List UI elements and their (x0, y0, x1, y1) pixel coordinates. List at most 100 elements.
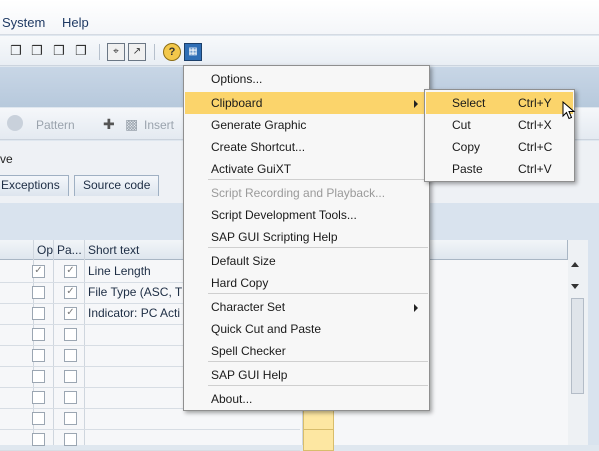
menu-item-activate-guixt[interactable]: Activate GuiXT (185, 158, 428, 180)
menu-item-sap-gui-scripting-help[interactable]: SAP GUI Scripting Help (185, 226, 428, 248)
menu-item-generate-graphic[interactable]: Generate Graphic (185, 114, 428, 136)
pattern-icon (7, 115, 23, 131)
menu-item-label: Create Shortcut... (211, 140, 306, 154)
submenu-arrow-icon (414, 100, 418, 108)
op-checkbox[interactable] (32, 349, 45, 362)
menu-item-label: About... (211, 392, 253, 406)
submenu-item-accelerator: Ctrl+X (518, 118, 552, 132)
pa-checkbox[interactable] (64, 349, 77, 362)
menu-item-hard-copy[interactable]: Hard Copy (185, 272, 428, 294)
menu-separator (208, 385, 428, 386)
menu-item-about[interactable]: About... (185, 388, 428, 410)
short-text-cell[interactable]: File Type (ASC, T (88, 285, 182, 299)
menu-item-default-size[interactable]: Default Size (185, 250, 428, 272)
yellow-cell[interactable] (303, 429, 334, 451)
column-header-pa[interactable]: Pa... (54, 240, 85, 260)
menu-bar: System Help (0, 0, 599, 35)
menu-item-label: Options... (211, 72, 263, 86)
yellow-cell[interactable] (303, 408, 334, 430)
menu-item-quick-cut-and-paste[interactable]: Quick Cut and Paste (185, 318, 428, 340)
scroll-thumb[interactable] (571, 298, 584, 394)
submenu-item-label: Select (452, 96, 486, 110)
submenu-item-copy[interactable]: Copy Ctrl+C (426, 136, 573, 158)
submenu-item-cut[interactable]: Cut Ctrl+X (426, 114, 573, 136)
column-header-op[interactable]: Op... (34, 240, 63, 260)
menu-item-sap-gui-help[interactable]: SAP GUI Help (185, 364, 428, 386)
help-icon[interactable]: ? (163, 43, 181, 61)
menu-item-character-set[interactable]: Character Set (185, 296, 428, 318)
insert-button[interactable]: Insert (144, 118, 174, 132)
pa-checkbox[interactable] (64, 370, 77, 383)
submenu-item-accelerator: Ctrl+Y (518, 96, 552, 110)
pa-checkbox[interactable]: ✓ (64, 307, 77, 320)
submenu-item-select[interactable]: Select Ctrl+Y (426, 92, 573, 114)
pa-checkbox[interactable] (64, 328, 77, 341)
toolbar-separator (99, 44, 100, 60)
grid-row-selector-header[interactable] (0, 240, 34, 260)
short-text-cell[interactable]: Indicator: PC Acti (88, 306, 180, 320)
new-session-icon[interactable]: ❒ (8, 43, 24, 59)
menu-item-spell-checker[interactable]: Spell Checker (185, 340, 428, 362)
op-checkbox[interactable] (32, 412, 45, 425)
op-checkbox[interactable] (32, 286, 45, 299)
tab-exceptions[interactable]: Exceptions (0, 175, 69, 196)
menu-item-options[interactable]: Options... (185, 68, 428, 90)
vertical-scrollbar[interactable] (568, 240, 588, 445)
menu-item-label: SAP GUI Help (211, 368, 288, 382)
menu-item-clipboard[interactable]: Clipboard (185, 92, 428, 114)
menu-item-label: SAP GUI Scripting Help (211, 230, 338, 244)
op-checkbox[interactable] (32, 370, 45, 383)
create-session-icon[interactable]: ❒ (29, 43, 45, 59)
op-checkbox[interactable] (32, 328, 45, 341)
table-row[interactable] (0, 429, 300, 451)
submenu-item-label: Copy (452, 140, 481, 154)
context-menu: Options... Clipboard Generate Graphic Creat… (183, 65, 430, 411)
tab-source-code[interactable]: Source code (74, 175, 160, 196)
pa-checkbox[interactable] (64, 412, 77, 425)
op-checkbox[interactable] (32, 391, 45, 404)
mouse-cursor-icon (562, 101, 576, 120)
submenu-item-paste[interactable]: Paste Ctrl+V (426, 158, 573, 180)
menu-separator (208, 179, 428, 180)
pa-checkbox[interactable] (64, 433, 77, 446)
scroll-down-icon[interactable] (571, 284, 579, 289)
short-text-cell[interactable]: Line Length (88, 264, 151, 278)
pattern-button[interactable]: Pattern (36, 118, 75, 132)
menu-item-label: Activate GuiXT (211, 162, 292, 176)
op-checkbox[interactable] (32, 307, 45, 320)
menu-item-create-shortcut[interactable]: Create Shortcut... (185, 136, 428, 158)
menu-item-label: Quick Cut and Paste (211, 322, 322, 336)
submenu-item-label: Paste (452, 162, 483, 176)
customize-layout-icon[interactable]: ▦ (184, 43, 202, 61)
op-checkbox[interactable]: ✓ (32, 265, 45, 278)
pa-checkbox[interactable] (64, 391, 77, 404)
menu-item-label: Spell Checker (211, 344, 286, 358)
partial-label: ve (0, 152, 13, 166)
scroll-up-icon[interactable] (571, 262, 579, 267)
pa-checkbox[interactable]: ✓ (64, 286, 77, 299)
menu-system[interactable]: System (2, 15, 45, 30)
menu-help[interactable]: Help (62, 15, 89, 30)
paste-icon[interactable]: ❒ (73, 43, 89, 59)
menu-item-label: Character Set (211, 300, 286, 314)
op-checkbox[interactable] (32, 433, 45, 446)
submenu-arrow-icon (414, 304, 418, 312)
menu-item-script-recording-and-playback: Script Recording and Playback... (185, 182, 428, 204)
pa-checkbox[interactable]: ✓ (64, 265, 77, 278)
menu-separator (208, 247, 428, 248)
insert-row-icon[interactable]: ✚ (103, 116, 115, 133)
submenu-item-label: Cut (452, 118, 471, 132)
system-toolbar: ❒ ❒ ❒ ❒ ⌖ ↗ ? ▦ (0, 36, 599, 66)
submenu-item-accelerator: Ctrl+C (518, 140, 553, 154)
menu-item-label: Script Development Tools... (211, 208, 357, 222)
menu-item-label: Default Size (211, 254, 276, 268)
menu-item-script-development-tools[interactable]: Script Development Tools... (185, 204, 428, 226)
menu-separator (208, 361, 428, 362)
shortcut-icon[interactable]: ↗ (128, 43, 146, 61)
menu-item-label: Clipboard (211, 96, 263, 110)
table-row[interactable] (0, 408, 300, 430)
toolbar-separator (154, 44, 155, 60)
generate-icon[interactable]: ⌖ (107, 43, 125, 61)
copy-icon[interactable]: ❒ (51, 43, 67, 59)
menu-item-label: Script Recording and Playback... (211, 186, 386, 200)
